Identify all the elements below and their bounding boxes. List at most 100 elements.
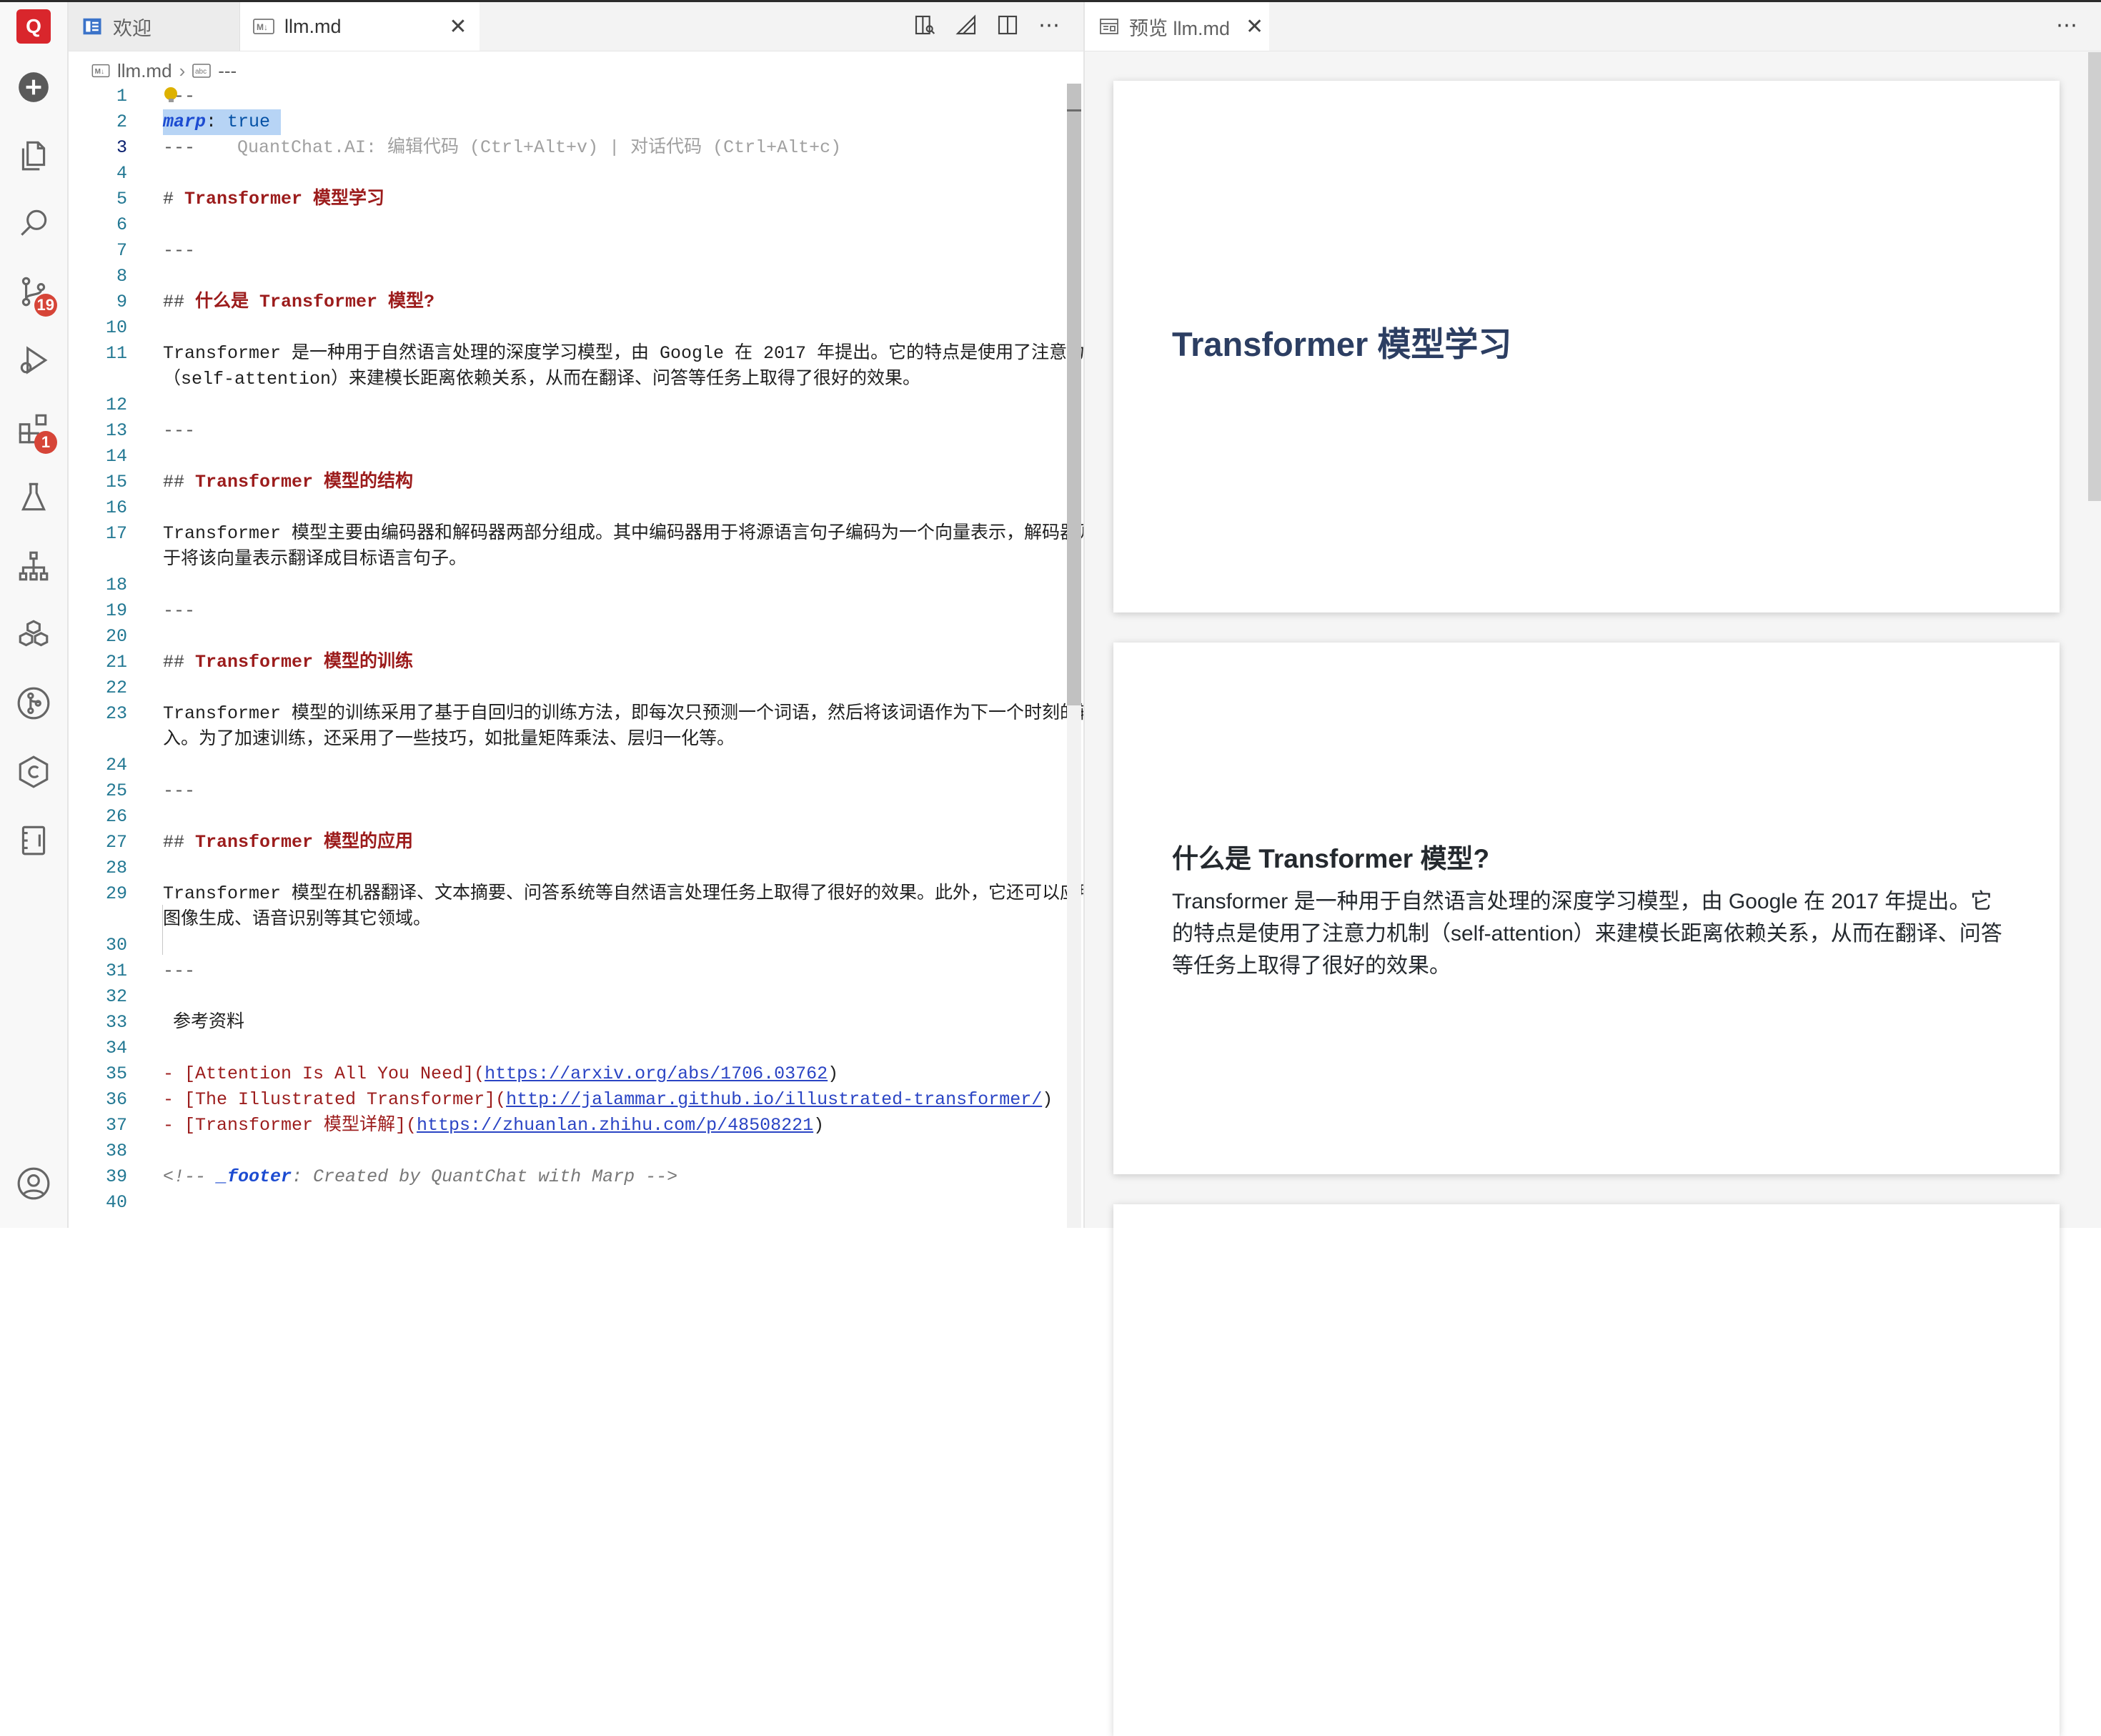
yaml-colon: : [206, 111, 228, 132]
line-number: 12 [105, 395, 127, 415]
scrollbar-cursor-marker [1067, 109, 1081, 111]
line-number: 18 [105, 575, 127, 595]
code-line-12[interactable]: 12 [69, 392, 1069, 418]
hierarchy-icon[interactable] [14, 547, 53, 585]
code-line-30[interactable]: 30 [69, 933, 1069, 958]
code-line-10[interactable]: 10 [69, 315, 1069, 341]
line-number: 8 [116, 266, 127, 287]
editor-scrollbar-thumb[interactable] [1067, 84, 1081, 705]
editor-scrollbar[interactable] [1067, 84, 1081, 1228]
code-line-33[interactable]: 33 参考资料 [69, 1010, 1069, 1036]
code-line-2[interactable]: 2 marp: true [69, 109, 1069, 135]
code-line-35[interactable]: 35 - [Attention Is All You Need](https://… [69, 1061, 1069, 1087]
comment-open: <!-- [163, 1166, 217, 1187]
more-actions-icon[interactable]: ⋯ [2054, 12, 2080, 38]
more-actions-icon[interactable]: ⋯ [1036, 12, 1062, 38]
code-line-11[interactable]: 11 Transformer 是一种用于自然语言处理的深度学习模型，由 Googl… [69, 341, 1121, 392]
heading-text: Transformer 模型的结构 [195, 472, 414, 492]
marp-triangle-icon[interactable] [953, 12, 979, 38]
lightbulb-icon[interactable] [164, 87, 177, 102]
split-editor-icon[interactable] [995, 12, 1020, 38]
app-logo[interactable]: Q [16, 9, 51, 44]
open-preview-icon[interactable] [912, 12, 938, 38]
line-number: 20 [105, 626, 127, 647]
code-line-1[interactable]: 1 --- [69, 84, 1069, 109]
indent-guide [162, 905, 163, 955]
code-text: --- [163, 961, 196, 981]
source-control-badge: 19 [34, 294, 57, 317]
yaml-key: marp [163, 111, 207, 132]
explorer-files-icon[interactable] [14, 137, 53, 175]
link-url[interactable]: https://zhuanlan.zhihu.com/p/48508221 [417, 1115, 813, 1136]
preview-scrollbar-thumb[interactable] [2088, 52, 2101, 501]
source-control-icon[interactable]: 19 [14, 272, 57, 317]
line-number: 38 [105, 1141, 127, 1161]
code-line-20[interactable]: 20 [69, 624, 1069, 650]
line-number: 39 [105, 1166, 127, 1187]
line-number: 29 [105, 883, 127, 904]
notebook-icon[interactable] [14, 821, 53, 860]
code-line-37[interactable]: 37 - [Transformer 模型详解](https://zhuanlan.… [69, 1113, 1069, 1139]
run-debug-icon[interactable] [14, 341, 53, 380]
code-line-25[interactable]: 25 --- [69, 778, 1069, 804]
code-line-19[interactable]: 19 --- [69, 598, 1069, 624]
code-text: - [The Illustrated Transformer](http://j… [163, 1087, 1053, 1113]
code-text: ## Transformer 模型的结构 [163, 470, 413, 495]
tab-close-icon[interactable]: ✕ [1246, 14, 1263, 39]
packages-cubes-icon[interactable] [14, 615, 53, 654]
breadcrumb-symbol[interactable]: --- [218, 60, 237, 82]
code-line-40[interactable]: 40 [69, 1190, 1069, 1216]
testing-flask-icon[interactable] [14, 478, 53, 517]
code-line-39[interactable]: 39 <!-- _footer: Created by QuantChat wit… [69, 1164, 1069, 1190]
code-line-27[interactable]: 27 ## Transformer 模型的应用 [69, 830, 1069, 855]
code-text: 参考资料 [173, 1012, 245, 1033]
tab-welcome[interactable]: 欢迎 [69, 2, 240, 51]
code-text: ## Transformer 模型的应用 [163, 830, 413, 855]
account-icon[interactable] [14, 1164, 53, 1203]
code-line-31[interactable]: 31 --- [69, 958, 1069, 984]
code-line-26[interactable]: 26 [69, 804, 1069, 830]
extensions-icon[interactable]: 1 [14, 410, 57, 454]
link-url[interactable]: http://jalammar.github.io/illustrated-tr… [506, 1089, 1042, 1110]
code-line-18[interactable]: 18 [69, 572, 1069, 598]
link-close: ) [813, 1115, 825, 1136]
code-line-38[interactable]: 38 [69, 1139, 1069, 1164]
preview-icon [1099, 18, 1119, 35]
code-line-29[interactable]: 29 Transformer 模型在机器翻译、文本摘要、问答系统等自然语言处理任务… [69, 881, 1113, 933]
code-line-3[interactable]: 3 --- QuantChat.AI: 编辑代码 (Ctrl+Alt+v) | 对话… [69, 135, 1069, 161]
code-line-23[interactable]: 23 Transformer 模型的训练采用了基于自回归的训练方法，即每次只预测一… [69, 701, 1096, 753]
code-line-9[interactable]: 9 ## 什么是 Transformer 模型? [69, 289, 1069, 315]
git-graph-icon[interactable] [14, 684, 53, 723]
add-circle-icon[interactable] [14, 68, 53, 106]
code-line-24[interactable]: 24 [69, 753, 1069, 778]
svg-text:abc: abc [195, 68, 207, 76]
code-line-16[interactable]: 16 [69, 495, 1069, 521]
code-line-17[interactable]: 17 Transformer 模型主要由编码器和解码器两部分组成。其中编码器用于将… [69, 521, 1113, 572]
code-line-21[interactable]: 21 ## Transformer 模型的训练 [69, 650, 1069, 675]
line-number: 22 [105, 678, 127, 698]
code-line-22[interactable]: 22 [69, 675, 1069, 701]
code-line-34[interactable]: 34 [69, 1036, 1069, 1061]
code-line-28[interactable]: 28 [69, 855, 1069, 881]
line-number: 36 [105, 1089, 127, 1110]
code-line-15[interactable]: 15 ## Transformer 模型的结构 [69, 470, 1069, 495]
code-line-32[interactable]: 32 [69, 984, 1069, 1010]
line-number: 21 [105, 652, 127, 673]
code-line-7[interactable]: 7 --- [69, 238, 1069, 264]
search-icon[interactable] [14, 204, 53, 242]
code-line-14[interactable]: 14 [69, 444, 1069, 470]
link-url[interactable]: https://arxiv.org/abs/1706.03762 [485, 1063, 828, 1084]
code-line-13[interactable]: 13 --- [69, 418, 1069, 444]
code-line-8[interactable]: 8 [69, 264, 1069, 289]
link-close: ) [1042, 1089, 1053, 1110]
tab-llm-md[interactable]: M↓ llm.md ✕ [240, 2, 480, 51]
code-line-6[interactable]: 6 [69, 212, 1069, 238]
breadcrumb-file[interactable]: llm.md [117, 60, 172, 82]
line-number: 37 [105, 1115, 127, 1136]
copilot-hexagon-icon[interactable] [14, 753, 53, 791]
code-line-5[interactable]: 5 # Transformer 模型学习 [69, 187, 1069, 212]
code-line-4[interactable]: 4 [69, 161, 1069, 187]
tab-close-icon[interactable]: ✕ [448, 15, 468, 39]
tab-preview-llm-md[interactable]: 预览 llm.md ✕ [1085, 2, 1269, 51]
code-line-36[interactable]: 36 - [The Illustrated Transformer](http:/… [69, 1087, 1069, 1113]
